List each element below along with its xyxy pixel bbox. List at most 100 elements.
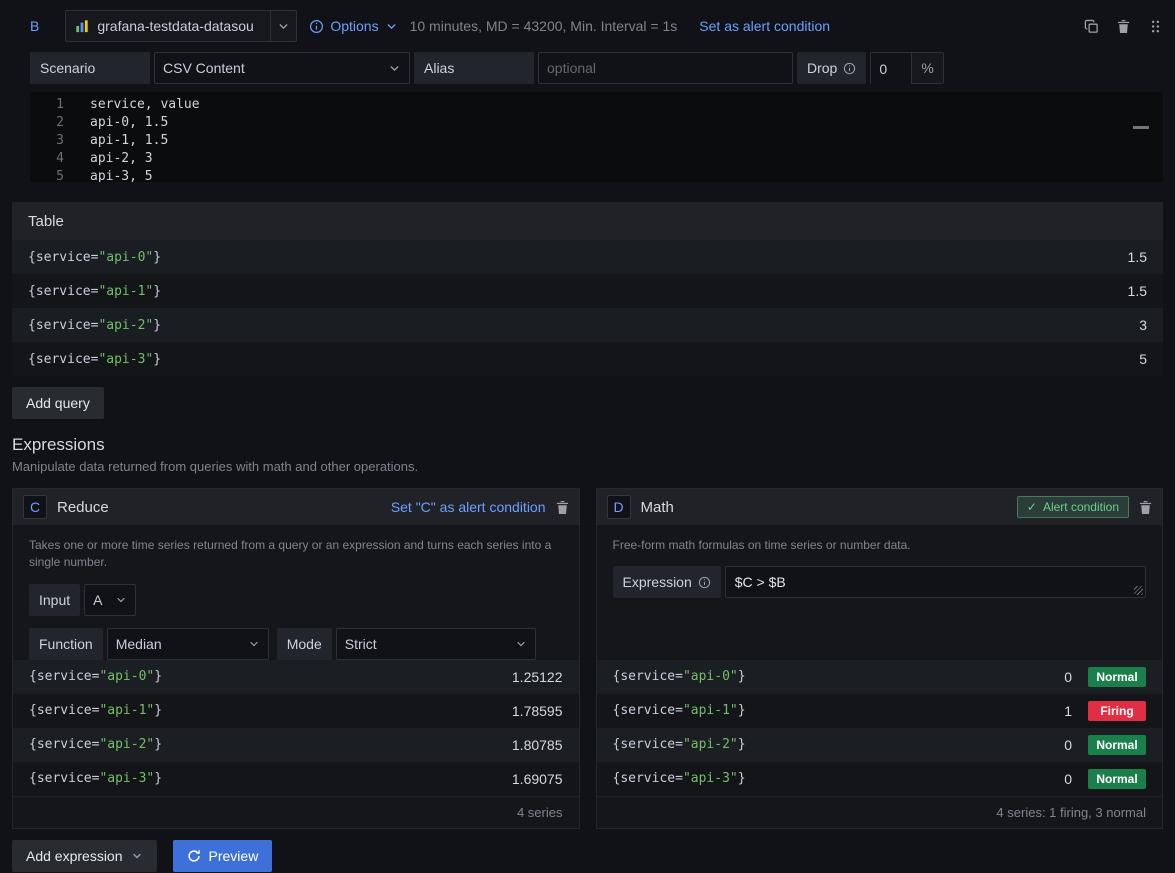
duplicate-query-icon[interactable]: [1084, 19, 1099, 34]
csv-content-editor[interactable]: 1 service, value 2 api-0, 1.5 3 api-1, 1…: [30, 92, 1163, 182]
expressions-subtitle: Manipulate data returned from queries wi…: [12, 459, 1163, 474]
add-query-button[interactable]: Add query: [12, 387, 104, 419]
editor-scrollbar[interactable]: [1133, 126, 1149, 129]
series-label: {service="api-3"}: [29, 771, 162, 786]
series-label: {service="api-1"}: [613, 703, 746, 718]
result-row: {service="api-0"} 1.25122: [13, 660, 579, 694]
series-label: {service="api-3"}: [613, 771, 746, 786]
math-description: Free-form math formulas on time series o…: [613, 537, 1143, 554]
series-value: 1.5: [1128, 249, 1147, 265]
math-series-count: 4 series: 1 firing, 3 normal: [597, 796, 1163, 828]
delete-query-icon[interactable]: [1117, 19, 1130, 34]
code-text: service, value: [70, 96, 200, 114]
function-select[interactable]: Median: [107, 628, 269, 660]
preview-button[interactable]: Preview: [173, 840, 273, 872]
scenario-label: Scenario: [30, 52, 150, 84]
chevron-down-icon: [131, 850, 143, 862]
series-value: 1.78595: [512, 703, 563, 719]
math-card-content: Free-form math formulas on time series o…: [597, 525, 1163, 598]
alias-input[interactable]: [538, 52, 793, 84]
query-options-toggle[interactable]: Options: [309, 18, 397, 34]
mode-select[interactable]: Strict: [336, 628, 536, 660]
result-row: {service="api-0"} 0 Normal: [597, 660, 1163, 694]
reduce-function-row: Function Median Mode Strict: [29, 628, 563, 660]
series-label: {service="api-0"}: [613, 669, 746, 684]
drop-percent-group: %: [870, 52, 943, 84]
info-circle-icon[interactable]: [843, 62, 856, 75]
series-label: {service="api-2"}: [613, 737, 746, 752]
datasource-picker[interactable]: grafana-testdata-datasou: [65, 10, 297, 42]
check-icon: ✓: [1027, 500, 1037, 514]
code-line: 3 api-1, 1.5: [30, 132, 1163, 150]
line-number: 5: [30, 168, 70, 182]
query-editor-b: B grafana-testdata-datasou Options: [12, 10, 1163, 182]
result-row: {service="api-1"} 1.78595: [13, 694, 579, 728]
result-row: {service="api-2"} 0Normal: [597, 728, 1163, 762]
reduce-description: Takes one or more time series returned f…: [29, 537, 559, 572]
math-card-header: D Math ✓ Alert condition: [597, 489, 1163, 525]
scenario-value: CSV Content: [163, 60, 245, 76]
table-row: {service="api-2"} 3: [12, 308, 1163, 342]
chevron-down-icon: [515, 638, 527, 650]
scenario-field: Scenario CSV Content: [30, 52, 410, 84]
drop-percent-input[interactable]: [871, 53, 911, 85]
line-number: 1: [30, 96, 70, 114]
options-label: Options: [330, 18, 378, 34]
result-row: {service="api-3"} 1.69075: [13, 762, 579, 796]
expression-card-reduce: C Reduce Set "C" as alert condition Take…: [12, 488, 580, 829]
reduce-card-header: C Reduce Set "C" as alert condition: [13, 489, 579, 525]
result-row: {service="api-3"} 0Normal: [597, 762, 1163, 796]
query-header: B grafana-testdata-datasou Options: [30, 10, 1163, 42]
code-text: api-3, 5: [70, 168, 153, 182]
chevron-down-icon: [115, 594, 127, 606]
testdata-datasource-icon: [75, 19, 89, 33]
chevron-down-icon: [385, 20, 398, 33]
scenario-select[interactable]: CSV Content: [154, 52, 410, 84]
chevron-down-icon: [248, 638, 260, 650]
reduce-series-count: 4 series: [13, 796, 579, 828]
alias-field: Alias: [414, 52, 793, 84]
input-label: Input: [29, 584, 80, 616]
expression-cards: C Reduce Set "C" as alert condition Take…: [12, 488, 1163, 829]
table-panel-title: Table: [12, 202, 1163, 240]
code-line: 1 service, value: [30, 96, 1163, 114]
reduce-input-row: Input A: [29, 584, 563, 616]
table-preview-panel: Table {service="api-0"} 1.5 {service="ap…: [12, 202, 1163, 376]
math-expression-input[interactable]: $C > $B: [725, 566, 1146, 598]
series-value: 1.80785: [512, 737, 563, 753]
line-number: 2: [30, 114, 70, 132]
alert-condition-badge: ✓ Alert condition: [1017, 496, 1129, 518]
query-fields-row: Scenario CSV Content Alias Drop: [30, 52, 1163, 84]
resize-handle[interactable]: [1134, 586, 1143, 595]
expressions-title: Expressions: [12, 435, 1163, 455]
series-value: 1.5: [1128, 283, 1147, 299]
set-c-alert-condition-link[interactable]: Set "C" as alert condition: [391, 499, 546, 515]
series-value: 0: [1064, 669, 1072, 685]
math-expression-row: Expression $C > $B: [613, 566, 1147, 598]
drop-field: Drop %: [797, 52, 944, 84]
table-row: {service="api-1"} 1.5: [12, 274, 1163, 308]
series-value: 1.25122: [512, 669, 563, 685]
state-badge: Normal: [1088, 667, 1146, 687]
series-label: {service="api-2"}: [28, 318, 161, 333]
code-text: api-1, 1.5: [70, 132, 168, 150]
add-expression-button[interactable]: Add expression: [12, 840, 157, 872]
info-circle-icon[interactable]: [698, 576, 711, 589]
delete-expression-icon[interactable]: [1139, 500, 1152, 515]
info-circle-icon: [309, 19, 324, 34]
series-label: {service="api-1"}: [28, 284, 161, 299]
result-row: {service="api-1"} 1Firing: [597, 694, 1163, 728]
series-value: 5: [1139, 351, 1147, 367]
set-alert-condition-link[interactable]: Set as alert condition: [699, 18, 830, 34]
code-line: 4 api-2, 3: [30, 150, 1163, 168]
reduce-card-content: Takes one or more time series returned f…: [13, 525, 579, 660]
drag-handle-icon[interactable]: [1148, 19, 1163, 34]
input-ref-select[interactable]: A: [84, 584, 136, 616]
chevron-down-icon: [388, 62, 401, 75]
expression-card-math: D Math ✓ Alert condition Free-form math …: [596, 488, 1164, 829]
math-results: {service="api-0"} 0 Normal {service="api-…: [597, 660, 1163, 828]
code-text: api-0, 1.5: [70, 114, 168, 132]
expression-ref-badge: D: [607, 495, 631, 519]
delete-expression-icon[interactable]: [556, 500, 569, 515]
series-label: {service="api-0"}: [28, 250, 161, 265]
